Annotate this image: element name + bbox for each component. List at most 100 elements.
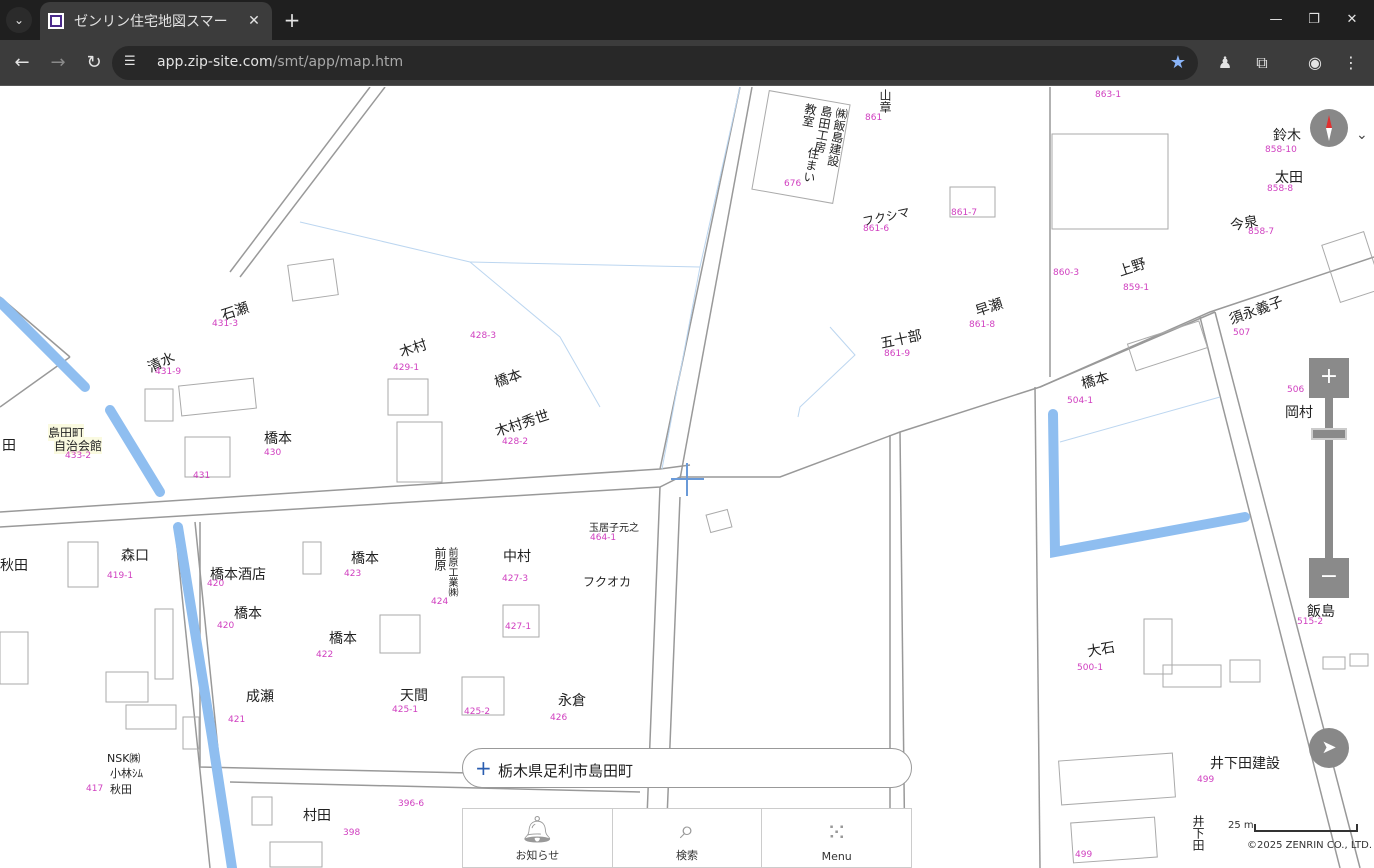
tab-search-button[interactable]: ⌄ [6,7,32,33]
map-canvas[interactable]: 木村 橋本 木村秀世 石瀬 清水 橋本 島田町 自治会館 田 森口 秋田 橋本酒… [0,87,1374,868]
parcel-number: 464-1 [590,533,617,543]
label-suzuki: 鈴木 [1273,128,1301,144]
parcel-number: 861-8 [969,320,996,330]
parcel-number: 858-7 [1248,227,1275,237]
parcel-number: 861-9 [884,349,911,359]
label-nsk-3: 秋田 [110,783,132,796]
site-favicon-icon [48,13,64,29]
reload-button[interactable]: ↻ [81,50,107,76]
bookmark-star-icon[interactable]: ★ [1170,52,1186,73]
close-window-icon[interactable]: ✕ [1340,8,1364,32]
current-address: 栃木県足利市島田町 [498,762,634,780]
browser-tab[interactable]: ゼンリン住宅地図スマー ✕ [40,2,272,40]
parcel-number: 515-2 [1297,617,1324,627]
new-tab-button[interactable]: + [280,8,304,32]
parcel-number: 431-9 [155,367,182,377]
parcel-number: 431-3 [212,319,239,329]
parcel-number: 396-6 [398,799,425,809]
parcel-number: 423 [344,569,362,579]
label-ishita-kensetsu: 井下田建設 [1210,756,1280,772]
label-aki: 秋田 [0,558,28,574]
chevron-down-icon[interactable]: ⌄ [1356,127,1368,143]
tab-title: ゼンリン住宅地図スマー [74,14,228,30]
browser-tab-strip: ⌄ ゼンリン住宅地図スマー ✕ + — ❐ ✕ [0,0,1374,40]
bottom-menu-bar: 🔔︎ お知らせ ⌕ 検索 ⁙ Menu [462,808,912,868]
parcel-number: 858-10 [1265,145,1297,155]
parcel-number: 499 [1197,775,1215,785]
bell-icon: 🔔︎ [520,815,554,845]
address-display-bar[interactable]: + 栃木県足利市島田町 [462,748,912,788]
notifications-label: お知らせ [515,849,560,862]
profile-icon[interactable]: ◉ [1304,52,1326,74]
parcel-number: 425-1 [392,705,419,715]
scale-bar [1254,824,1358,832]
parcel-number: 861-6 [863,224,890,234]
label-hashimoto-5: 橋本 [329,631,357,647]
current-location-icon[interactable]: ➤ [1309,728,1349,768]
parcel-number: 417 [86,784,104,794]
label-nagakura: 永倉 [558,693,586,709]
label-okamura: 岡村 [1285,405,1313,421]
parcel-number: 427-3 [502,574,529,584]
label-ta: 田 [2,438,16,454]
zoom-in-button[interactable]: + [1309,358,1349,398]
label-fukuoka: フクオカ [583,575,632,589]
parcel-number: 863-1 [1095,90,1122,100]
parcel-number: 500-1 [1077,663,1104,673]
label-hashimoto-2: 橋本 [264,431,292,447]
plus-icon: + [475,756,492,780]
restore-icon[interactable]: ❐ [1302,8,1326,32]
label-moriguchi: 森口 [121,548,149,564]
parcel-number: 676 [784,179,802,189]
label-maebara: 前原 [433,547,447,571]
label-hashimoto-3: 橋本 [234,606,262,622]
site-info-icon[interactable]: ☰ [124,54,142,72]
label-yama: 山章 [878,89,892,113]
parcel-number: 428-3 [470,331,497,341]
parcel-number: 858-8 [1267,184,1294,194]
zoom-out-button[interactable]: − [1309,558,1349,598]
browser-toolbar: ← → ↻ ☰ app.zip-site.com/smt/app/map.htm… [0,40,1374,86]
tab-close-icon[interactable]: ✕ [244,11,264,31]
search-icon: ⌕ [679,815,695,845]
extension-avatar-icon[interactable]: ♟ [1214,52,1236,74]
parcel-number: 861-7 [951,208,978,218]
parcel-number: 506 [1287,385,1305,395]
label-naruse: 成瀬 [246,689,274,705]
label-nsk-1: NSK㈱ [107,752,141,765]
menu-button[interactable]: ⁙ Menu [762,809,911,867]
menu-label: Menu [821,850,852,863]
parcel-number: 429-1 [393,363,420,373]
parcel-number: 424 [431,597,449,607]
parcel-number: 419-1 [107,571,134,581]
forward-button[interactable]: → [45,50,71,76]
map-center-crosshair-vertical [686,463,688,496]
parcel-number: 433-2 [65,451,92,461]
minimize-icon[interactable]: — [1264,8,1288,32]
parcel-number: 504-1 [1067,396,1094,406]
parcel-number: 428-2 [502,437,529,447]
label-ishita: 井下田 [1191,815,1205,851]
extensions-puzzle-icon[interactable]: ⧉ [1251,52,1273,74]
label-kyoshitsu: 教室 [800,102,818,129]
parcel-number: 430 [264,448,282,458]
address-bar[interactable]: ☰ app.zip-site.com/smt/app/map.htm ★ [112,46,1198,80]
url-text[interactable]: app.zip-site.com/smt/app/map.htm [157,54,403,70]
copyright-text: ©2025 ZENRIN CO., LTD. [1247,840,1372,851]
parcel-number: 421 [228,715,246,725]
notifications-button[interactable]: 🔔︎ お知らせ [463,809,613,867]
parcel-number: 861 [865,113,883,123]
parcel-number: 420 [207,579,225,589]
label-hashimoto-4: 橋本 [351,551,379,567]
parcel-number: 420 [217,621,235,631]
parcel-number: 425-2 [464,707,491,717]
browser-menu-icon[interactable]: ⋮ [1340,52,1362,74]
parcel-number: 422 [316,650,334,660]
compass-icon[interactable] [1310,109,1348,147]
back-button[interactable]: ← [9,50,35,76]
label-nakamura: 中村 [503,549,531,565]
search-button[interactable]: ⌕ 検索 [613,809,763,867]
zoom-slider-track[interactable] [1325,398,1333,558]
zoom-slider-handle[interactable] [1311,428,1347,440]
label-tenma: 天間 [400,688,428,704]
